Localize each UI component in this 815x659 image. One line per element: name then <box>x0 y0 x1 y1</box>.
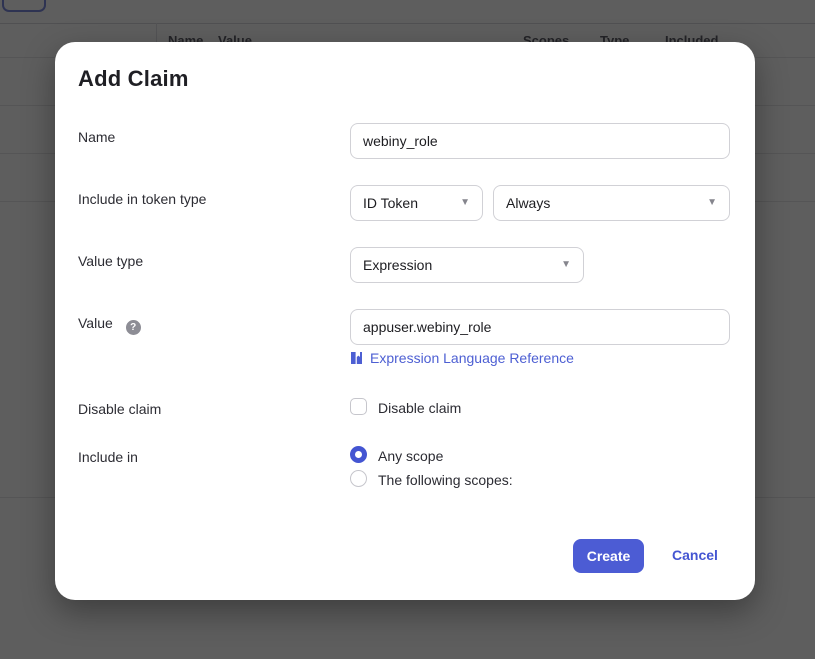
value-label: Value ? <box>78 313 141 335</box>
value-type-select[interactable]: Expression ▼ <box>350 247 584 283</box>
following-scopes-radio[interactable] <box>350 470 367 487</box>
add-claim-dialog: Add Claim Name Include in token type ID … <box>55 42 755 600</box>
disable-claim-label: Disable claim <box>78 401 162 417</box>
token-frequency-select[interactable]: Always ▼ <box>493 185 730 221</box>
any-scope-radio[interactable] <box>350 446 367 463</box>
book-icon <box>351 352 362 364</box>
chevron-down-icon: ▼ <box>561 259 571 270</box>
token-type-selected-value: ID Token <box>363 195 418 211</box>
disable-claim-checkbox-label: Disable claim <box>378 400 462 416</box>
expression-language-reference-label: Expression Language Reference <box>370 350 574 366</box>
claim-value-input[interactable] <box>350 309 730 345</box>
dialog-title: Add Claim <box>78 66 189 91</box>
value-type-label: Value type <box>78 253 144 269</box>
include-in-label: Include in <box>78 449 138 465</box>
name-label: Name <box>78 129 116 145</box>
expression-language-reference-link[interactable]: Expression Language Reference <box>350 350 574 366</box>
create-button[interactable]: Create <box>573 539 644 573</box>
any-scope-radio-label: Any scope <box>378 448 444 464</box>
chevron-down-icon: ▼ <box>460 197 470 208</box>
disable-claim-checkbox[interactable] <box>350 398 367 415</box>
cancel-button[interactable]: Cancel <box>672 547 718 563</box>
token-type-label: Include in token type <box>78 191 207 207</box>
value-type-selected-value: Expression <box>363 257 433 273</box>
token-type-select[interactable]: ID Token ▼ <box>350 185 483 221</box>
help-question-icon[interactable]: ? <box>125 320 141 335</box>
claim-name-input[interactable] <box>350 123 730 159</box>
chevron-down-icon: ▼ <box>707 197 717 208</box>
following-scopes-radio-label: The following scopes: <box>378 472 513 488</box>
token-frequency-selected-value: Always <box>506 195 551 211</box>
value-label-text: Value <box>78 315 113 331</box>
